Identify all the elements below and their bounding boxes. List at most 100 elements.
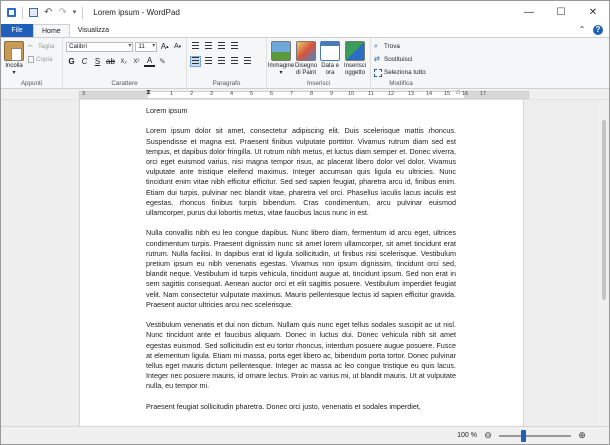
select-all-button[interactable]: Seleziona tutto [374, 67, 428, 78]
zoom-slider[interactable] [499, 429, 571, 442]
font-family-select[interactable]: Calibri [66, 41, 134, 52]
replace-button[interactable]: ⇄ Sostituisci [374, 54, 428, 65]
paint-drawing-label: Disegno di Paint [295, 63, 318, 76]
date-time-label: Data e ora [321, 63, 339, 76]
paragraph-settings-icon[interactable] [242, 56, 253, 67]
ruler-tick: 14 [426, 91, 433, 97]
ruler-tick: 12 [388, 91, 395, 97]
tab-file[interactable]: File [1, 24, 33, 37]
strikethrough-icon[interactable]: ab [105, 56, 116, 67]
clipboard-group-label: Appunti [20, 80, 43, 87]
tab-home[interactable]: Home [33, 24, 70, 37]
image-icon [271, 41, 291, 61]
document-paragraph: Praesent feugiat sollicitudin pharetra. … [146, 401, 421, 411]
window-title: Lorem ipsum - WordPad [93, 8, 180, 17]
document-area: Lorem ipsum Lorem ipsum dolor sit amet, … [1, 100, 609, 426]
document-content[interactable]: Lorem ipsum Lorem ipsum dolor sit amet, … [146, 106, 456, 422]
shrink-font-icon[interactable]: A ▾ [172, 41, 183, 52]
ruler-tick: 6 [270, 91, 274, 97]
ruler-tick: 8 [310, 91, 314, 97]
replace-icon: ⇄ [374, 55, 380, 63]
zoom-in-icon[interactable]: ⊕ [577, 430, 587, 441]
document-paragraph: Nulla convallis nibh eu leo congue dapib… [146, 228, 456, 309]
insert-image-button[interactable]: Immagine ▾ [268, 41, 294, 77]
select-all-icon [374, 68, 382, 77]
align-right-icon[interactable] [216, 56, 227, 67]
ruler-tick: 10 [348, 91, 355, 97]
left-indent-marker-icon[interactable]: ⧗ [146, 89, 151, 97]
insert-object-button[interactable]: Inserisci oggetto [343, 41, 367, 77]
vertical-scrollbar[interactable] [599, 100, 609, 426]
zoom-level: 100 % [457, 432, 477, 439]
cut-button[interactable]: ✂ Taglia [28, 41, 54, 52]
subscript-icon[interactable]: X₂ [118, 56, 129, 67]
wordpad-window: ↶ ↷ ▾ Lorem ipsum - WordPad — ☐ ✕ File H… [0, 0, 610, 445]
edit-group-label: Modifica [389, 80, 413, 87]
zoom-slider-thumb[interactable] [521, 429, 526, 442]
ruler-tick: 13 [408, 91, 415, 97]
ruler-tick: 3 [210, 91, 214, 97]
decrease-indent-icon[interactable] [190, 41, 201, 52]
zoom-out-icon[interactable]: ⊖ [483, 430, 493, 441]
chevron-down-icon: ▾ [279, 70, 283, 76]
align-left-icon[interactable] [190, 56, 201, 67]
clipboard-group: Incolla ▾ ✂ Taglia Copia Appunti [1, 38, 63, 88]
insert-object-label: Inserisci oggetto [344, 63, 367, 76]
paint-drawing-button[interactable]: Disegno di Paint [295, 41, 317, 77]
ruler-tick: 17 [480, 91, 487, 97]
find-button[interactable]: ⌕ Trova [374, 41, 428, 52]
scissors-icon: ✂ [28, 42, 34, 50]
undo-icon[interactable]: ↶ [44, 8, 52, 18]
paste-icon [4, 41, 24, 61]
select-all-label: Seleziona tutto [384, 69, 426, 76]
bold-icon[interactable]: G [66, 56, 77, 67]
font-group-label: Carattere [111, 80, 138, 87]
customize-quick-access-icon[interactable]: ▾ [73, 8, 77, 17]
collapse-ribbon-icon[interactable]: ⌃ [577, 25, 587, 35]
highlight-icon[interactable]: ✎ [157, 56, 168, 67]
help-icon[interactable]: ? [593, 25, 603, 35]
scrollbar-thumb[interactable] [602, 120, 606, 300]
ribbon: Incolla ▾ ✂ Taglia Copia Appunti Calibri … [1, 37, 609, 89]
ruler[interactable]: 3 ⧗ 1 2 3 4 5 6 7 8 9 10 11 12 13 14 15 … [79, 89, 529, 99]
underline-icon[interactable]: S [92, 56, 103, 67]
close-button[interactable]: ✕ [577, 1, 609, 24]
grow-font-icon[interactable]: A ▴ [159, 41, 170, 52]
bullet-list-icon[interactable] [216, 41, 227, 52]
redo-icon[interactable]: ↷ [58, 8, 66, 18]
insert-group: Immagine ▾ Disegno di Paint Data e ora I… [267, 38, 371, 88]
document-page[interactable]: Lorem ipsum Lorem ipsum dolor sit amet, … [79, 100, 524, 426]
window-controls: — ☐ ✕ [513, 1, 609, 24]
copy-button[interactable]: Copia [28, 54, 54, 65]
document-paragraph: Lorem ipsum dolor sit amet, consectetur … [146, 126, 456, 218]
document-title-line: Lorem ipsum [146, 106, 188, 115]
font-size-select[interactable]: 11 [135, 41, 158, 52]
font-color-icon[interactable]: A [144, 56, 155, 67]
ruler-tick: 11 [368, 91, 374, 97]
maximize-button[interactable]: ☐ [545, 1, 577, 24]
paste-label: Incolla [5, 63, 23, 69]
ruler-tick: 15 [444, 91, 451, 97]
right-indent-marker-icon[interactable]: ⌂ [456, 89, 460, 96]
replace-label: Sostituisci [384, 56, 413, 63]
ruler-right-margin [464, 92, 528, 98]
justify-icon[interactable] [229, 56, 240, 67]
line-spacing-icon[interactable] [229, 41, 240, 52]
copy-label: Copia [36, 56, 53, 63]
ruler-tick: 5 [250, 91, 254, 97]
wordpad-app-icon[interactable] [7, 8, 16, 17]
italic-icon[interactable]: C [79, 56, 90, 67]
tab-view[interactable]: Visualizza [70, 24, 117, 37]
superscript-icon[interactable]: X² [131, 56, 142, 67]
save-icon[interactable] [29, 8, 38, 17]
ribbon-tabs: File Home Visualizza ⌃ ? [1, 24, 609, 37]
minimize-button[interactable]: — [513, 1, 545, 24]
font-group: Calibri 11 A▴ A▾ G C S ab X₂ X² A ✎ Cara… [63, 38, 187, 88]
paragraph-group-label: Paragrafo [212, 80, 241, 87]
date-time-button[interactable]: Data e ora [320, 41, 341, 77]
paste-button[interactable]: Incolla ▾ [4, 41, 24, 77]
align-center-icon[interactable] [203, 56, 214, 67]
increase-indent-icon[interactable] [203, 41, 214, 52]
edit-group: ⌕ Trova ⇄ Sostituisci Seleziona tutto Modi… [371, 38, 431, 88]
object-icon [345, 41, 366, 61]
